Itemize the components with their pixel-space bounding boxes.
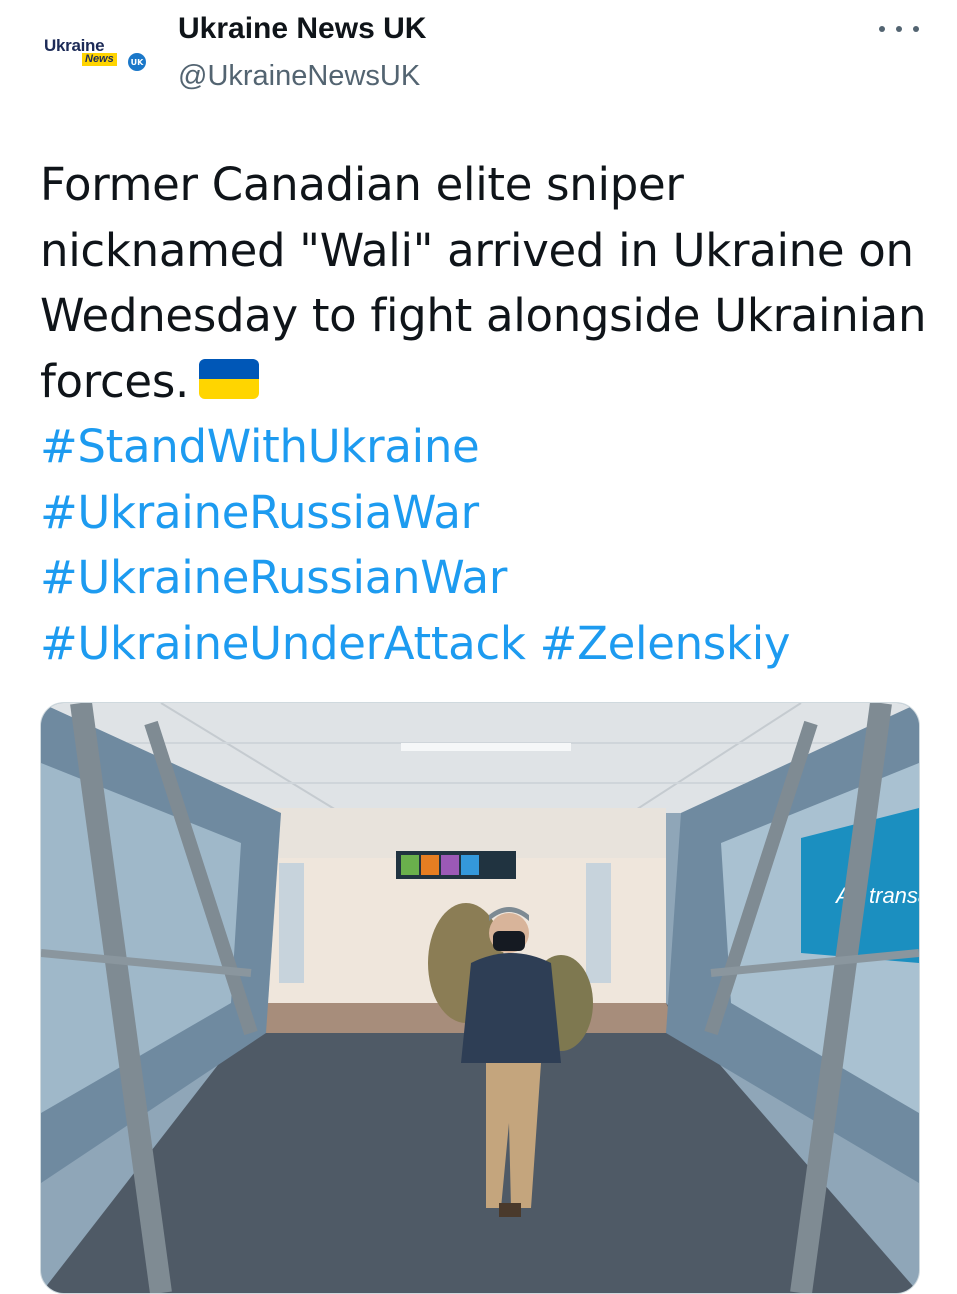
avatar-logo-badge: UK (128, 53, 146, 71)
more-options-button[interactable] (879, 16, 919, 42)
airport-corridor-photo: Air transat (41, 703, 919, 1293)
tweet: Ukraine News UK Ukraine News UK @Ukraine… (0, 0, 957, 1294)
avatar[interactable]: Ukraine News UK (36, 8, 154, 108)
tweet-text: Former Canadian elite sniper nicknamed "… (40, 152, 930, 676)
display-name[interactable]: Ukraine News UK (178, 12, 426, 46)
more-horizontal-icon (879, 26, 885, 32)
user-handle[interactable]: @UkraineNewsUK (178, 60, 420, 93)
hashtag-link[interactable]: #UkraineRussiaWar (40, 486, 479, 539)
hashtag-link[interactable]: #Zelenskiy (540, 617, 791, 670)
avatar-logo-subtext: News (82, 53, 117, 66)
tweet-body: Former Canadian elite sniper nicknamed "… (40, 158, 927, 408)
more-horizontal-icon (913, 26, 919, 32)
more-horizontal-icon (896, 26, 902, 32)
hashtag-link[interactable]: #StandWithUkraine (40, 420, 480, 473)
hashtag-link[interactable]: #UkraineRussianWar (40, 551, 507, 604)
tweet-photo[interactable]: Air transat (40, 702, 920, 1294)
ukraine-flag-icon (198, 358, 259, 399)
hashtag-link[interactable]: #UkraineUnderAttack (40, 617, 526, 670)
